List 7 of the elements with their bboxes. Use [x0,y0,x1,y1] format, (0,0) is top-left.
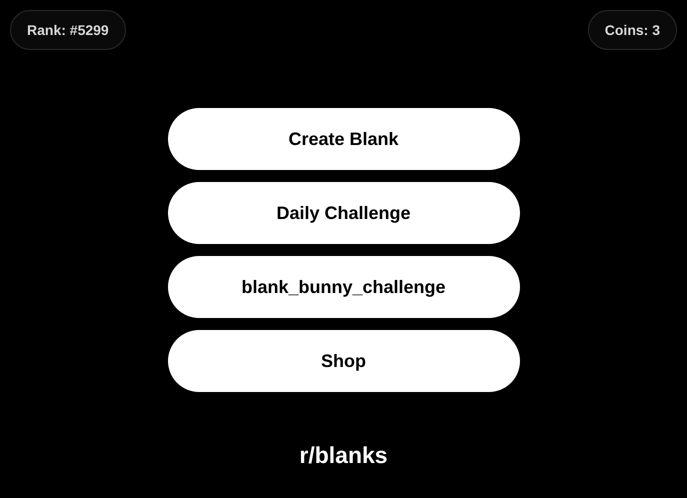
menu-button[interactable]: Create Blank [168,108,520,170]
subreddit-title: r/blanks [299,442,388,469]
coins-badge: Coins: 3 [588,10,677,50]
rank-badge: Rank: #5299 [10,10,126,50]
menu-button[interactable]: Daily Challenge [168,182,520,244]
menu-button[interactable]: Shop [168,330,520,392]
menu-button[interactable]: blank_bunny_challenge [168,256,520,318]
